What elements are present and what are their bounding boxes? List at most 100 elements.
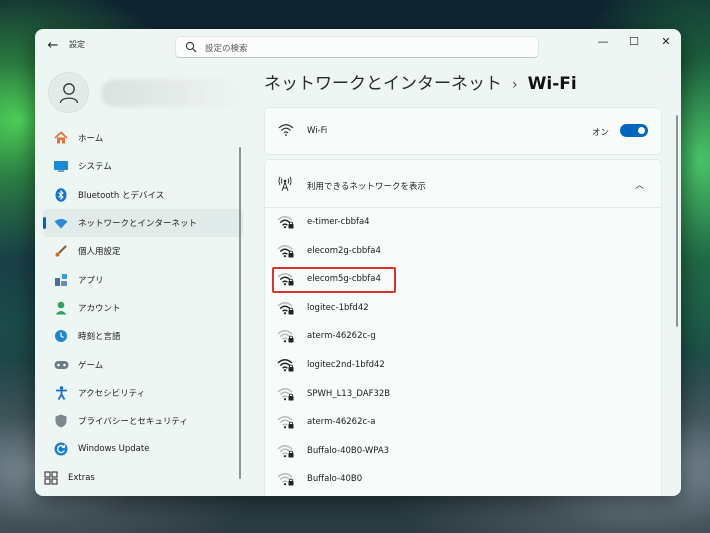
home-icon xyxy=(53,130,69,146)
active-indicator xyxy=(43,216,46,229)
wifi-secured-icon xyxy=(277,387,294,401)
wifi-secured-icon xyxy=(277,359,294,372)
wifi-secured-icon xyxy=(277,216,294,229)
account-icon xyxy=(53,300,69,316)
bluetooth-icon xyxy=(53,187,69,203)
wifi-secured-icon xyxy=(277,301,294,315)
wifi-toggle-card[interactable]: Wi-Fi オン xyxy=(264,107,662,155)
sidebar-scrollbar[interactable] xyxy=(239,147,241,479)
sidebar-item-windows-update[interactable]: Windows Update xyxy=(43,435,243,463)
wifi-icon xyxy=(278,124,294,136)
wifi-toggle[interactable] xyxy=(620,124,648,137)
title-bar: ← 設定 設定の検索 — ☐ ✕ xyxy=(35,29,681,63)
network-name: aterm-46262c-a xyxy=(307,417,376,428)
wifi-label: Wi-Fi xyxy=(307,126,328,136)
sidebar-item-home[interactable]: ホーム xyxy=(43,124,243,152)
sidebar-item-apps[interactable]: アプリ xyxy=(43,265,243,293)
wifi-secured-icon xyxy=(277,416,294,429)
wifi-secured-icon xyxy=(277,473,294,486)
maximize-button[interactable]: ☐ xyxy=(620,33,648,51)
app-title: 設定 xyxy=(69,40,85,49)
network-name: Buffalo-40B0 xyxy=(307,474,363,485)
user-icon xyxy=(59,83,79,104)
sidebar-item-personalization[interactable]: 個人用設定 xyxy=(43,237,243,265)
wifi-secured-icon xyxy=(277,330,294,343)
network-item[interactable]: aterm-46262c-g xyxy=(265,322,661,351)
apps-icon xyxy=(53,272,69,288)
extras-icon xyxy=(43,470,59,486)
toggle-knob xyxy=(638,127,645,134)
sidebar-item-label: プライバシーとセキュリティ xyxy=(78,417,188,428)
network-item[interactable]: logitec-1bfd42 xyxy=(265,294,661,323)
sidebar-item-label: Bluetooth とデバイス xyxy=(78,190,165,201)
chevron-up-icon[interactable]: ︿ xyxy=(635,178,644,191)
sidebar-item-label: ネットワークとインターネット xyxy=(78,219,198,230)
wifi-secured-icon xyxy=(277,444,294,458)
breadcrumb: ネットワークとインターネット › Wi-Fi xyxy=(264,69,577,94)
sidebar-item-system[interactable]: システム xyxy=(43,152,243,180)
close-button[interactable]: ✕ xyxy=(652,33,680,51)
network-item[interactable]: aterm-46262c-a xyxy=(265,408,661,437)
sidebar-item-time-language[interactable]: 時刻と言語 xyxy=(43,322,243,350)
network-name: logitec2nd-1bfd42 xyxy=(307,359,385,370)
antenna-icon xyxy=(278,176,292,192)
page-title: Wi-Fi xyxy=(527,74,577,94)
settings-window: ← 設定 設定の検索 — ☐ ✕ ホーム システム Bluetooth とデバイ… xyxy=(35,29,681,496)
sidebar-item-label: ホーム xyxy=(78,134,104,145)
network-item[interactable]: Buffalo-40B0 xyxy=(265,465,661,494)
sidebar-item-label: Extras xyxy=(68,472,95,483)
network-item[interactable]: Buffalo-40B0-WPA3 xyxy=(265,437,661,466)
sidebar-item-bluetooth[interactable]: Bluetooth とデバイス xyxy=(43,181,243,209)
sidebar-item-label: Windows Update xyxy=(78,444,150,455)
breadcrumb-separator: › xyxy=(512,77,518,93)
network-item[interactable]: e-timer-cbbfa4 xyxy=(265,208,661,237)
sidebar-item-label: アプリ xyxy=(78,275,104,286)
minimize-button[interactable]: — xyxy=(589,33,617,51)
available-networks-label: 利用できるネットワークを表示 xyxy=(307,182,426,192)
search-icon xyxy=(185,41,197,53)
sidebar-item-extras[interactable]: Extras xyxy=(43,464,243,492)
wifi-secured-icon xyxy=(277,244,294,258)
network-item[interactable]: elecom2g-cbbfa4 xyxy=(265,237,661,266)
sidebar-item-accounts[interactable]: アカウント xyxy=(43,294,243,322)
network-icon xyxy=(53,215,69,231)
sidebar-item-label: 個人用設定 xyxy=(78,247,121,258)
network-list: e-timer-cbbfa4 elecom2g-cbbfa4 elecom5g-cb… xyxy=(265,208,661,494)
sidebar: ホーム システム Bluetooth とデバイス ネットワークとインターネット xyxy=(43,124,243,492)
brush-icon xyxy=(53,243,69,259)
system-icon xyxy=(53,158,69,174)
network-item[interactable]: SPWH_L13_DAF32B xyxy=(265,380,661,409)
sidebar-item-label: システム xyxy=(78,162,112,173)
highlight-box xyxy=(272,267,396,293)
update-icon xyxy=(53,441,69,457)
sidebar-item-label: ゲーム xyxy=(78,360,104,371)
back-arrow-icon[interactable]: ← xyxy=(45,38,61,54)
sidebar-item-network[interactable]: ネットワークとインターネット xyxy=(43,208,243,238)
network-name: logitec-1bfd42 xyxy=(307,302,369,313)
clock-globe-icon xyxy=(53,328,69,344)
search-placeholder: 設定の検索 xyxy=(205,44,248,54)
avatar[interactable] xyxy=(48,72,89,113)
sidebar-item-gaming[interactable]: ゲーム xyxy=(43,350,243,378)
network-name: SPWH_L13_DAF32B xyxy=(307,388,391,399)
user-name-blurred xyxy=(101,79,244,107)
available-networks-card: 利用できるネットワークを表示 ︿ e-timer-cbbfa4 elecom2g-… xyxy=(264,159,662,496)
sidebar-item-label: 時刻と言語 xyxy=(78,332,121,343)
network-name: Buffalo-40B0-WPA3 xyxy=(307,445,390,456)
network-name: e-timer-cbbfa4 xyxy=(307,217,370,227)
shield-icon xyxy=(53,413,69,429)
accessibility-icon xyxy=(53,385,69,401)
search-box[interactable]: 設定の検索 xyxy=(175,36,539,58)
sidebar-item-privacy[interactable]: プライバシーとセキュリティ xyxy=(43,407,243,435)
gamepad-icon xyxy=(53,357,69,373)
sidebar-item-label: アクセシビリティ xyxy=(78,388,146,399)
breadcrumb-parent[interactable]: ネットワークとインターネット xyxy=(264,74,502,94)
network-name: elecom2g-cbbfa4 xyxy=(307,245,381,256)
network-item[interactable]: logitec2nd-1bfd42 xyxy=(265,351,661,380)
available-networks-header[interactable]: 利用できるネットワークを表示 ︿ xyxy=(265,160,661,208)
network-name: aterm-46262c-g xyxy=(307,331,376,342)
sidebar-item-label: アカウント xyxy=(78,303,121,314)
sidebar-item-accessibility[interactable]: アクセシビリティ xyxy=(43,379,243,407)
wifi-state-label: オン xyxy=(591,128,609,138)
main-scrollbar[interactable] xyxy=(676,115,678,327)
